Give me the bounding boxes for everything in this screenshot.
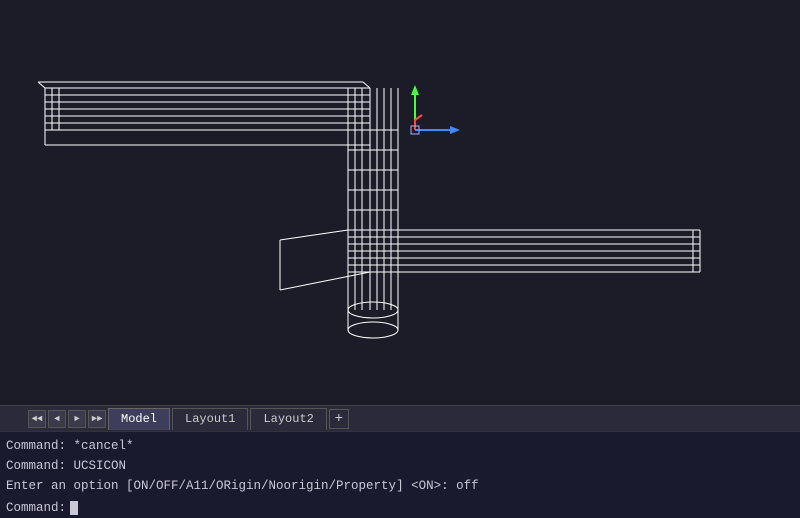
command-cursor [70, 501, 78, 515]
canvas-area[interactable] [0, 0, 800, 405]
tab-layout1[interactable]: Layout1 [172, 408, 248, 430]
command-input-line[interactable]: Command: [6, 498, 794, 518]
command-area: Command: *cancel* Command: UCSICON Enter… [0, 431, 800, 500]
command-line-2: Command: UCSICON [6, 456, 794, 476]
tab-model[interactable]: Model [108, 408, 170, 430]
nav-next-button[interactable]: ► [68, 410, 86, 428]
viewport [0, 0, 800, 405]
nav-last-button[interactable]: ►► [88, 410, 106, 428]
nav-prev-button[interactable]: ◄ [48, 410, 66, 428]
command-prompt: Command: [6, 498, 66, 518]
tab-bar: ◄◄ ◄ ► ►► Model Layout1 Layout2 + [0, 405, 800, 431]
command-line-1: Command: *cancel* [6, 436, 794, 456]
command-line-3: Enter an option [ON/OFF/A11/ORigin/Noori… [6, 476, 794, 496]
wireframe-svg [0, 0, 800, 405]
tab-layout2[interactable]: Layout2 [250, 408, 326, 430]
tab-add-button[interactable]: + [329, 409, 349, 429]
nav-first-button[interactable]: ◄◄ [28, 410, 46, 428]
